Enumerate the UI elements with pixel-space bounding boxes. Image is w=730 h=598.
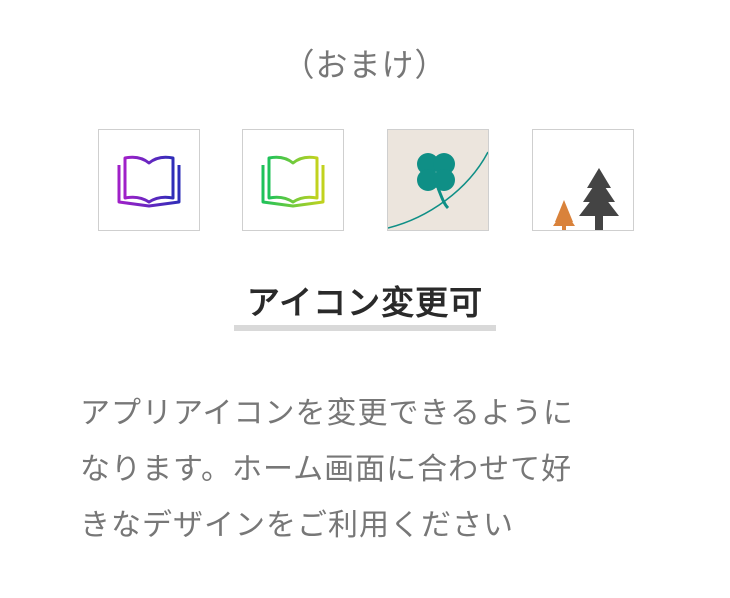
trees-icon bbox=[553, 168, 619, 230]
subtitle-omake: （おまけ） bbox=[282, 46, 448, 84]
book-purple-icon bbox=[99, 155, 199, 208]
description-line: きなデザインをご利用ください bbox=[80, 508, 514, 543]
feature-description: アプリアイコンを変更できるように なります。ホーム画面に合わせて好 きなデザイン… bbox=[80, 386, 655, 554]
app-icon-options bbox=[0, 129, 730, 231]
clover-icon bbox=[388, 151, 488, 229]
description-line: なります。ホーム画面に合わせて好 bbox=[80, 452, 573, 487]
description-line: アプリアイコンを変更できるように bbox=[80, 396, 574, 431]
icon-option-book-green[interactable] bbox=[242, 129, 344, 231]
title-underline bbox=[234, 325, 496, 331]
icon-option-book-purple[interactable] bbox=[98, 129, 200, 231]
book-green-icon bbox=[243, 155, 343, 208]
feature-title: アイコン変更可 bbox=[246, 283, 484, 322]
icon-option-trees[interactable] bbox=[532, 129, 634, 231]
icon-option-clover[interactable] bbox=[387, 129, 489, 231]
